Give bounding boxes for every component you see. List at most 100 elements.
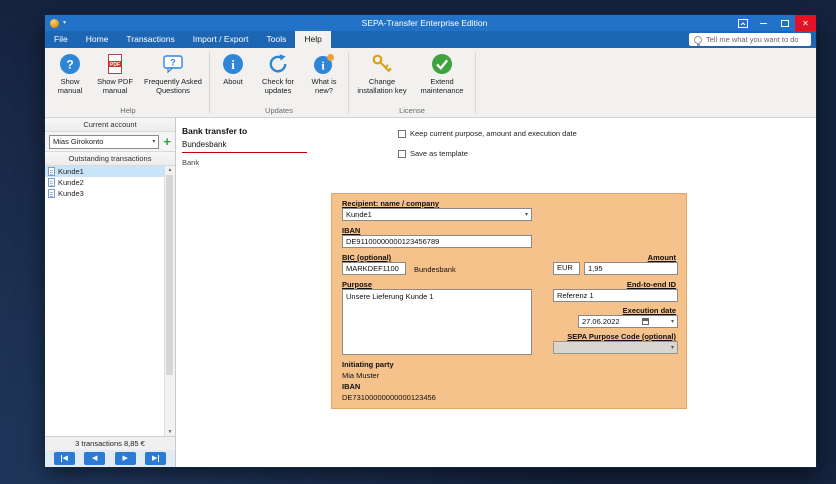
recipient-value: Kunde1 <box>346 210 372 219</box>
desktop: SEPA-Transfer Enterprise Edition File Ho… <box>0 0 836 484</box>
currency-code: EUR <box>557 263 573 272</box>
minimize-button[interactable] <box>753 15 774 31</box>
list-item-kunde3[interactable]: Kunde3 <box>45 188 165 199</box>
ribbon-group-label: Updates <box>265 106 293 115</box>
execution-date-label: Execution date <box>622 306 676 315</box>
button-label: Frequently Asked Questions <box>144 77 202 95</box>
purpose-label: Purpose <box>342 280 373 289</box>
list-item-kunde1[interactable]: Kunde1 <box>45 166 165 177</box>
tellme-search-text: Tell me what you want to do <box>706 35 799 44</box>
show-pdf-manual-button[interactable]: PDF Show PDF manual <box>91 50 139 97</box>
list-item-kunde2[interactable]: Kunde2 <box>45 177 165 188</box>
bic-label: BIC (optional) <box>342 253 392 262</box>
document-icon <box>48 178 55 187</box>
ribbon-separator <box>209 52 210 113</box>
app-body: Current account Mias Girokonto Outstandi… <box>45 118 816 467</box>
execution-date-value: 27.06.2022 <box>582 317 620 326</box>
recipient-dropdown[interactable]: Kunde1 <box>342 208 532 221</box>
chevron-down-icon <box>152 139 155 145</box>
check-for-updates-button[interactable]: Check for updates <box>254 50 302 97</box>
list-item-label: Kunde2 <box>58 178 84 187</box>
ribbon-options-button[interactable] <box>732 15 753 31</box>
check-circle-icon <box>431 52 453 76</box>
title-bar: SEPA-Transfer Enterprise Edition <box>45 15 816 31</box>
sepa-purpose-code-dropdown[interactable] <box>553 341 678 354</box>
bic-field[interactable] <box>342 262 406 275</box>
account-row: Mias Girokonto <box>45 132 175 152</box>
app-window: SEPA-Transfer Enterprise Edition File Ho… <box>45 15 816 467</box>
end-to-end-id-field[interactable] <box>553 289 678 302</box>
tellme-search-box[interactable]: Tell me what you want to do <box>689 33 811 46</box>
bic-bank-name: Bundesbank <box>414 265 456 274</box>
refresh-icon <box>267 52 289 76</box>
checkbox-label: Save as template <box>410 149 468 158</box>
keep-purpose-checkbox[interactable] <box>398 129 406 138</box>
button-label: Extend maintenance <box>420 77 464 95</box>
save-template-checkbox[interactable] <box>398 149 406 158</box>
quick-access-caret-icon[interactable] <box>63 20 66 26</box>
calendar-icon <box>641 318 649 325</box>
question-circle-icon: ? <box>59 52 81 76</box>
tab-transactions[interactable]: Transactions <box>117 31 183 48</box>
info-circle-icon: i <box>222 52 244 76</box>
record-navigation-bar <box>45 450 175 467</box>
app-icon <box>50 18 59 28</box>
amount-field[interactable] <box>584 262 678 275</box>
ribbon: ? Show manual PDF Show PDF manual ? Freq… <box>45 48 816 118</box>
currency-field[interactable]: EUR <box>553 262 580 275</box>
whats-new-button[interactable]: i What is new? <box>304 50 344 97</box>
transactions-list: Kunde1 Kunde2 Kunde3 <box>45 166 175 436</box>
scroll-up-icon[interactable] <box>165 166 175 174</box>
purpose-textarea[interactable]: Unsere Lieferung Kunde 1 <box>342 289 532 355</box>
extend-maintenance-button[interactable]: Extend maintenance <box>413 50 471 97</box>
execution-date-picker[interactable]: 27.06.2022 <box>578 315 678 328</box>
tab-help[interactable]: Help <box>295 31 331 48</box>
window-controls <box>732 15 816 31</box>
button-label: What is new? <box>311 77 337 95</box>
svg-text:?: ? <box>170 58 176 68</box>
button-label: Show PDF manual <box>97 77 133 95</box>
quick-access-toolbar <box>45 18 117 28</box>
ribbon-separator <box>348 52 349 113</box>
lightbulb-icon <box>694 35 702 46</box>
add-account-button[interactable] <box>163 135 171 148</box>
list-item-label: Kunde3 <box>58 189 84 198</box>
account-dropdown[interactable]: Mias Girokonto <box>49 134 160 149</box>
tab-tools[interactable]: Tools <box>257 31 295 48</box>
close-button[interactable] <box>795 15 816 31</box>
scrollbar-thumb[interactable] <box>166 175 173 375</box>
ribbon-separator <box>475 52 476 113</box>
window-title: SEPA-Transfer Enterprise Edition <box>361 18 488 28</box>
scroll-down-icon[interactable] <box>165 428 175 436</box>
bank-name-field[interactable] <box>182 140 307 153</box>
nav-previous-button[interactable] <box>84 452 106 465</box>
bank-caption: Bank <box>182 158 200 167</box>
list-scrollbar[interactable] <box>164 166 175 436</box>
change-installation-key-button[interactable]: Change installation key <box>353 50 411 97</box>
chevron-down-icon <box>671 345 674 351</box>
tab-file[interactable]: File <box>45 31 77 48</box>
tab-home[interactable]: Home <box>77 31 118 48</box>
end-to-end-id-label: End-to-end ID <box>626 280 676 289</box>
about-button[interactable]: i About <box>214 50 252 88</box>
ribbon-group-label: Help <box>120 106 136 115</box>
current-account-header: Current account <box>45 118 175 132</box>
maximize-button[interactable] <box>774 15 795 31</box>
main-content: Bank transfer to Bank Keep current purpo… <box>176 118 816 467</box>
ribbon-group-license: Change installation key Extend maintenan… <box>350 48 474 117</box>
iban-field[interactable] <box>342 235 532 248</box>
faq-bubble-icon: ? <box>162 52 184 76</box>
recipient-label: Recipient: name / company <box>342 199 440 208</box>
nav-last-button[interactable] <box>145 452 167 465</box>
nav-next-button[interactable] <box>114 452 136 465</box>
chevron-down-icon[interactable] <box>671 319 674 325</box>
key-icon <box>371 52 393 76</box>
show-manual-button[interactable]: ? Show manual <box>51 50 89 97</box>
menu-bar: File Home Transactions Import / Export T… <box>45 31 816 48</box>
sidebar: Current account Mias Girokonto Outstandi… <box>45 118 176 467</box>
faq-button[interactable]: ? Frequently Asked Questions <box>141 50 205 97</box>
checkbox-label: Keep current purpose, amount and executi… <box>410 129 577 138</box>
ribbon-group-label: License <box>399 106 425 115</box>
nav-first-button[interactable] <box>53 452 75 465</box>
tab-import-export[interactable]: Import / Export <box>184 31 258 48</box>
